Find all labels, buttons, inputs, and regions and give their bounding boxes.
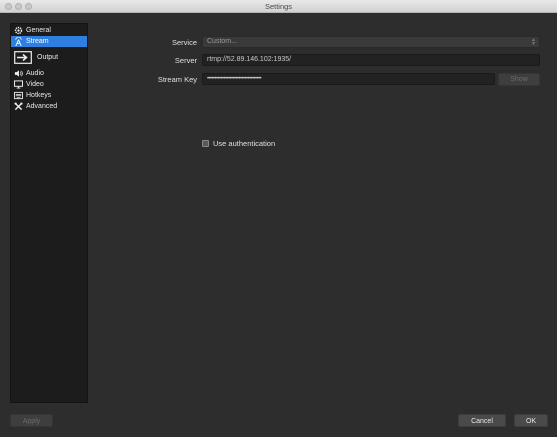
show-key-button[interactable]: Show xyxy=(498,73,540,86)
sidebar-item-audio[interactable]: Audio xyxy=(11,68,87,79)
service-label: Service xyxy=(171,38,197,47)
settings-window: General Stream Output Audio Video Hotkey… xyxy=(0,13,557,437)
sidebar-item-advanced[interactable]: Advanced xyxy=(11,101,87,112)
stream-key-input[interactable]: •••••••••••••••••••••••••••••••••••• xyxy=(202,73,495,85)
gear-icon xyxy=(14,26,23,35)
sidebar-item-stream[interactable]: Stream xyxy=(11,36,87,47)
title-bar: Settings xyxy=(0,0,557,13)
stream-key-label: Stream Key xyxy=(157,75,197,84)
output-icon xyxy=(14,51,32,64)
service-select[interactable]: Custom... ▲ ▼ xyxy=(202,36,540,48)
sidebar-item-label: Video xyxy=(26,81,44,88)
sidebar-item-output[interactable]: Output xyxy=(11,47,87,68)
window-title: Settings xyxy=(264,2,293,11)
apply-button[interactable]: Apply xyxy=(10,414,53,427)
monitor-icon xyxy=(14,80,23,89)
antenna-icon xyxy=(14,37,23,46)
settings-sidebar: General Stream Output Audio Video Hotkey… xyxy=(10,23,88,403)
use-authentication-option[interactable]: Use authentication xyxy=(202,139,275,148)
sidebar-item-label: General xyxy=(26,27,51,34)
server-input[interactable]: rtmp://52.89.146.102:1935/ xyxy=(202,54,540,66)
cancel-button[interactable]: Cancel xyxy=(458,414,506,427)
keyboard-icon xyxy=(14,91,23,100)
sidebar-item-label: Stream xyxy=(26,38,49,45)
ok-button[interactable]: OK xyxy=(514,414,548,427)
sidebar-item-label: Hotkeys xyxy=(26,92,52,99)
service-select-value: Custom... xyxy=(207,38,237,45)
sidebar-item-label: Audio xyxy=(26,70,44,77)
sidebar-item-label: Advanced xyxy=(26,103,58,110)
sidebar-item-general[interactable]: General xyxy=(11,25,87,36)
combo-arrows-icon: ▲ ▼ xyxy=(531,37,536,47)
speaker-icon xyxy=(14,69,23,78)
server-label: Server xyxy=(174,56,197,65)
use-authentication-label: Use authentication xyxy=(213,139,276,148)
sidebar-item-hotkeys[interactable]: Hotkeys xyxy=(11,90,87,101)
use-authentication-checkbox[interactable] xyxy=(202,140,209,147)
sidebar-item-label: Output xyxy=(37,54,59,61)
tools-icon xyxy=(14,102,23,111)
sidebar-item-video[interactable]: Video xyxy=(11,79,87,90)
